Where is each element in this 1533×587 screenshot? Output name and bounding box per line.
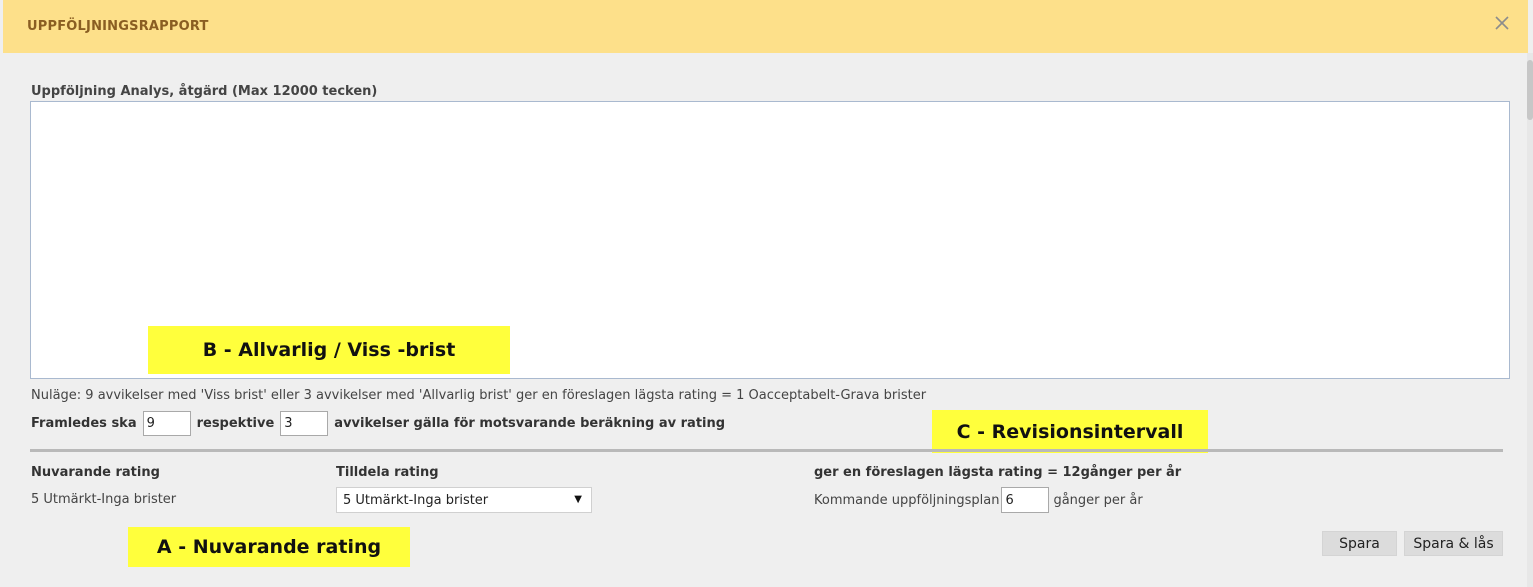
framledes-middle: respektive [196,416,275,431]
close-icon[interactable] [1492,13,1512,33]
framledes-suffix: avvikelser gälla för motsvarande beräkni… [334,416,726,431]
framledes-prefix: Framledes ska [31,416,137,431]
save-button[interactable]: Spara [1322,531,1397,556]
section-divider [30,449,1503,452]
scrollbar-track[interactable] [1527,53,1533,587]
assign-rating-select[interactable]: 5 Utmärkt-Inga brister ▼ [336,487,592,513]
current-rating-value: 5 Utmärkt-Inga brister [31,492,177,507]
assign-rating-heading: Tilldela rating [336,465,439,480]
dialog-header: UPPFÖLJNINGSRAPPORT [3,0,1528,53]
current-rating-heading: Nuvarande rating [31,465,160,480]
scrollbar-thumb[interactable] [1527,60,1533,120]
callout-c-revision-interval: C - Revisionsintervall [932,410,1208,453]
callout-b-severity: B - Allvarlig / Viss -brist [148,326,510,374]
followup-plan-row: Kommande uppföljningsplan gånger per år [814,487,1143,513]
analysis-label: Uppföljning Analys, åtgärd (Max 12000 te… [31,84,378,99]
assign-rating-selected: 5 Utmärkt-Inga brister [343,493,489,508]
callout-a-current-rating: A - Nuvarande rating [128,527,410,567]
status-line: Nuläge: 9 avvikelser med 'Viss brist' el… [31,388,927,403]
dialog-title: UPPFÖLJNINGSRAPPORT [27,19,209,34]
allvarlig-brist-count-input[interactable] [280,411,329,436]
save-and-lock-button[interactable]: Spara & lås [1404,531,1503,556]
interval-heading: ger en föreslagen lägsta rating = 12gång… [814,465,1182,480]
plan-suffix: gånger per år [1053,492,1143,508]
followup-plan-input[interactable] [1001,487,1050,513]
plan-prefix: Kommande uppföljningsplan [814,492,1000,508]
chevron-down-icon: ▼ [574,494,582,505]
framledes-row: Framledes ska respektive avvikelser gäll… [31,411,725,436]
followup-report-dialog: UPPFÖLJNINGSRAPPORT Uppföljning Analys, … [0,0,1533,587]
viss-brist-count-input[interactable] [142,411,191,436]
